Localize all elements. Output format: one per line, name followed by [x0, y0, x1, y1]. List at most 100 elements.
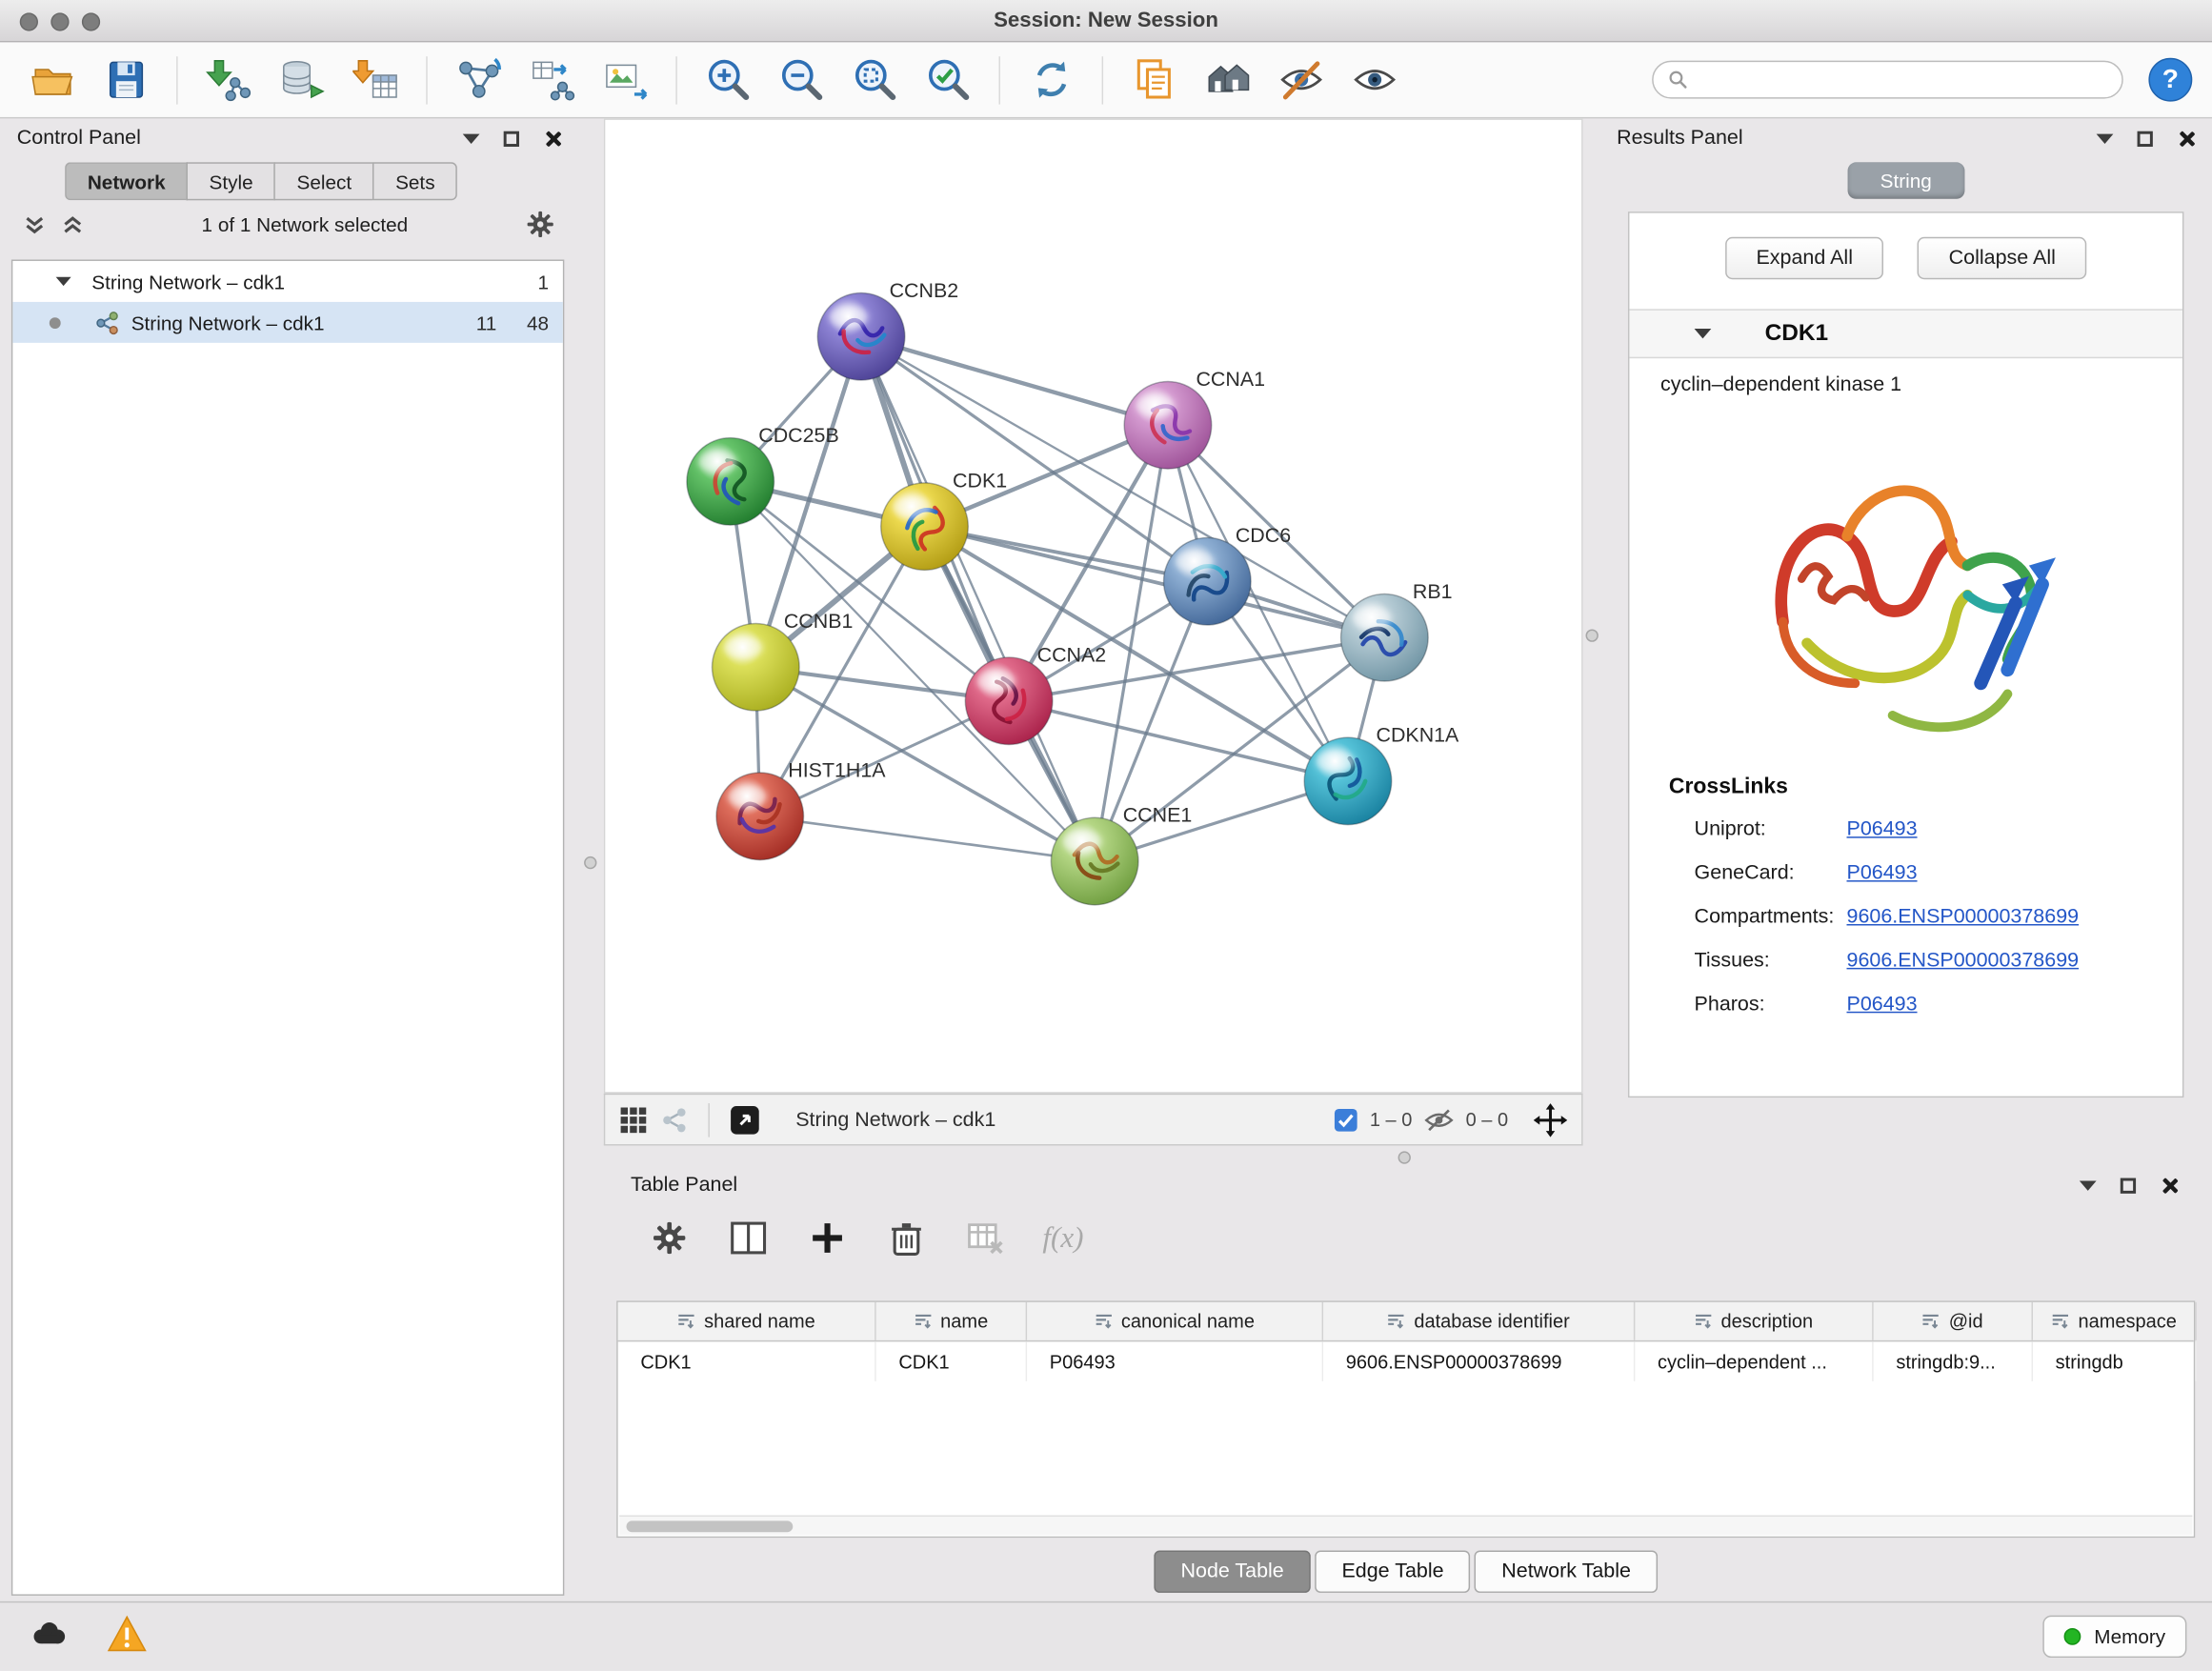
- node-label: CCNA2: [1037, 643, 1107, 666]
- column-header-database-identifier[interactable]: database identifier: [1323, 1302, 1635, 1340]
- network-from-table-icon[interactable]: [519, 50, 584, 110]
- close-panel-icon[interactable]: [543, 130, 561, 148]
- section-disclosure-icon[interactable]: [1695, 329, 1712, 338]
- delete-column-trash-icon[interactable]: [885, 1217, 927, 1258]
- column-header-shared-name[interactable]: shared name: [618, 1302, 876, 1340]
- selected-checkbox-icon[interactable]: [1333, 1107, 1358, 1133]
- zoom-fit-icon[interactable]: [842, 50, 907, 110]
- import-network-from-database-icon[interactable]: [270, 50, 334, 110]
- duplicate-snapshot-icon[interactable]: [1121, 50, 1186, 110]
- column-header-name[interactable]: name: [876, 1302, 1027, 1340]
- table-cell[interactable]: cyclin–dependent ...: [1635, 1341, 1873, 1380]
- crosslink-genecard-link[interactable]: P06493: [1846, 861, 1917, 884]
- tab-sets[interactable]: Sets: [372, 162, 457, 200]
- collection-disclosure-icon[interactable]: [56, 277, 71, 286]
- network-node-CCNB1[interactable]: CCNB1: [713, 610, 854, 711]
- refresh-view-icon[interactable]: [1018, 50, 1083, 110]
- panel-menu-icon[interactable]: [463, 133, 480, 143]
- search-input[interactable]: [1699, 70, 2107, 91]
- table-settings-gear-icon[interactable]: [648, 1217, 690, 1258]
- hide-selected-icon[interactable]: [1268, 50, 1333, 110]
- table-cell[interactable]: CDK1: [618, 1341, 876, 1380]
- scrollbar-thumb[interactable]: [627, 1520, 794, 1532]
- string-results-box: Expand All Collapse All CDK1 cyclin–depe…: [1628, 211, 2183, 1097]
- crosslink-pharos-link[interactable]: P06493: [1846, 993, 1917, 1016]
- show-columns-icon[interactable]: [727, 1217, 769, 1258]
- close-panel-icon[interactable]: [2160, 1176, 2178, 1194]
- left-splitter-handle[interactable]: [584, 856, 596, 869]
- table-cell[interactable]: 9606.ENSP00000378699: [1323, 1341, 1635, 1380]
- float-panel-icon[interactable]: [2138, 131, 2153, 146]
- table-cell[interactable]: CDK1: [876, 1341, 1027, 1380]
- collapse-all-button[interactable]: Collapse All: [1918, 237, 2086, 279]
- tab-string[interactable]: String: [1848, 162, 1964, 199]
- function-builder-icon[interactable]: f(x): [1042, 1219, 1083, 1255]
- panel-menu-icon[interactable]: [2097, 133, 2114, 143]
- network-edges[interactable]: [731, 336, 1385, 861]
- network-node-HIST1H1A[interactable]: HIST1H1A: [716, 758, 886, 859]
- cloud-icon[interactable]: [26, 1616, 70, 1657]
- minimize-window-button[interactable]: [50, 12, 69, 30]
- bottom-splitter-handle[interactable]: [1398, 1151, 1411, 1163]
- protein-section-header[interactable]: CDK1: [1629, 309, 2182, 358]
- open-session-icon[interactable]: [20, 50, 85, 110]
- expand-all-icon[interactable]: [61, 212, 85, 236]
- network-selection-row: 1 of 1 Network selected: [0, 200, 578, 248]
- save-session-icon[interactable]: [93, 50, 158, 110]
- help-button[interactable]: ?: [2148, 58, 2192, 102]
- column-header-canonical-name[interactable]: canonical name: [1027, 1302, 1323, 1340]
- export-image-icon[interactable]: [593, 50, 657, 110]
- import-table-from-file-icon[interactable]: [343, 50, 408, 110]
- grid-icon[interactable]: [619, 1105, 648, 1134]
- memory-button[interactable]: Memory: [2043, 1616, 2186, 1658]
- open-in-new-icon[interactable]: [730, 1104, 761, 1136]
- zoom-out-icon[interactable]: [769, 50, 834, 110]
- crosslink-uniprot-link[interactable]: P06493: [1846, 817, 1917, 840]
- network-node-CCNB2[interactable]: CCNB2: [817, 279, 958, 380]
- network-node-RB1[interactable]: RB1: [1341, 580, 1453, 681]
- right-splitter-handle[interactable]: [1586, 629, 1599, 641]
- zoom-in-icon[interactable]: [695, 50, 760, 110]
- tab-network[interactable]: Network: [65, 162, 187, 200]
- column-header-namespace[interactable]: namespace: [2033, 1302, 2197, 1340]
- float-panel-icon[interactable]: [2121, 1178, 2136, 1193]
- node-table: shared namenamecanonical namedatabase id…: [616, 1300, 2195, 1538]
- network-canvas[interactable]: CCNB2CCNA1CDC25BCDK1CDC6RB1CCNB1CCNA2CDK…: [604, 118, 1583, 1093]
- tab-network-table[interactable]: Network Table: [1475, 1551, 1658, 1593]
- warning-icon[interactable]: [108, 1615, 147, 1659]
- crosslink-tissues-link[interactable]: 9606.ENSP00000378699: [1846, 949, 2079, 972]
- expand-all-button[interactable]: Expand All: [1725, 237, 1884, 279]
- tab-node-table[interactable]: Node Table: [1154, 1551, 1311, 1593]
- tab-style[interactable]: Style: [187, 162, 274, 200]
- import-network-from-file-icon[interactable]: [196, 50, 261, 110]
- network-collection-row[interactable]: String Network – cdk1 1: [12, 261, 563, 302]
- table-cell[interactable]: stringdb: [2033, 1341, 2197, 1380]
- network-row-selected[interactable]: String Network – cdk1 11 48: [12, 302, 563, 343]
- table-cell[interactable]: stringdb:9...: [1874, 1341, 2033, 1380]
- network-options-gear-icon[interactable]: [525, 209, 556, 240]
- network-node-CCNA1[interactable]: CCNA1: [1124, 368, 1265, 469]
- hidden-eye-slash-icon[interactable]: [1423, 1104, 1455, 1136]
- zoom-selected-icon[interactable]: [915, 50, 980, 110]
- column-header-id[interactable]: @id: [1874, 1302, 2033, 1340]
- show-all-icon[interactable]: [1341, 50, 1406, 110]
- close-panel-icon[interactable]: [2177, 130, 2195, 148]
- network-overview-icon[interactable]: [660, 1105, 689, 1134]
- column-header-description[interactable]: description: [1635, 1302, 1873, 1340]
- panel-menu-icon[interactable]: [2080, 1180, 2097, 1190]
- home-views-icon[interactable]: [1195, 50, 1259, 110]
- table-cell[interactable]: P06493: [1027, 1341, 1323, 1380]
- add-column-icon[interactable]: [806, 1217, 848, 1258]
- network-node-CDK1[interactable]: CDK1: [881, 469, 1007, 570]
- zoom-window-button[interactable]: [82, 12, 100, 30]
- crosslink-row: Pharos:P06493: [1669, 982, 2182, 1026]
- tab-select[interactable]: Select: [274, 162, 373, 200]
- collapse-all-icon[interactable]: [23, 212, 47, 236]
- close-window-button[interactable]: [20, 12, 38, 30]
- new-network-icon[interactable]: [446, 50, 511, 110]
- float-panel-icon[interactable]: [504, 131, 519, 146]
- tab-edge-table[interactable]: Edge Table: [1315, 1551, 1470, 1593]
- fit-content-icon[interactable]: [1534, 1102, 1568, 1137]
- delete-table-icon[interactable]: [963, 1217, 1005, 1258]
- crosslink-compartments-link[interactable]: 9606.ENSP00000378699: [1846, 905, 2079, 928]
